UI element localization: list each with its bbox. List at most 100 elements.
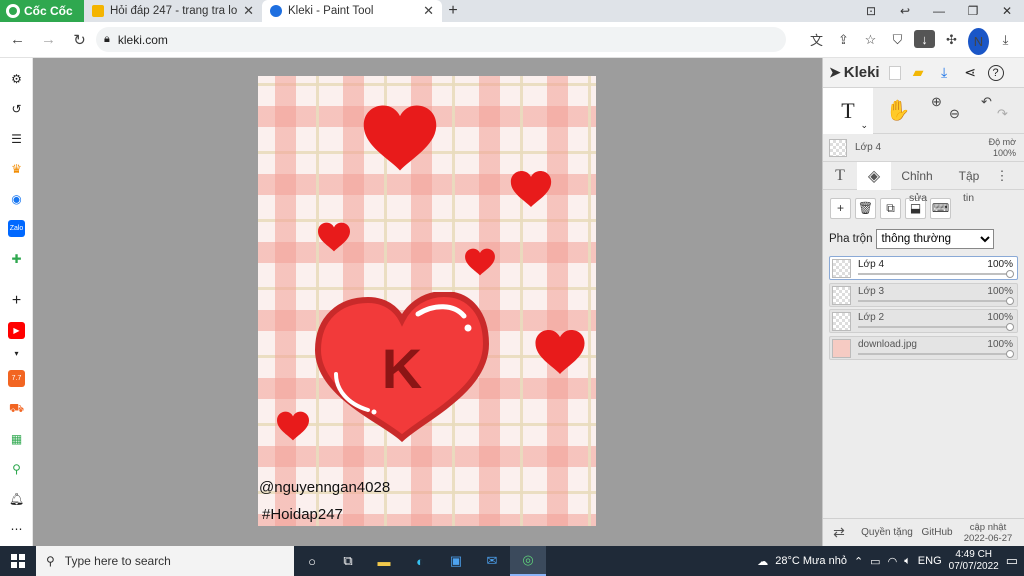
hand-tool-icon[interactable]: ✋ [873,98,923,123]
more-vertical-icon[interactable]: ⋮ [995,168,1009,184]
close-tab-icon[interactable]: ✕ [423,3,434,19]
sheet-icon[interactable]: ▦ [8,430,25,447]
slider-knob[interactable] [1006,296,1014,305]
duplicate-layer-icon[interactable]: ⧉ [880,197,901,219]
restore-button[interactable]: ❐ [956,0,990,22]
layer-opacity-slider[interactable] [858,326,1011,328]
weather-cloud-icon[interactable]: ☁ [757,555,768,568]
open-folder-icon[interactable]: ▰ [910,64,927,81]
tab-search-icon[interactable]: ⊡ [854,0,888,22]
close-tab-icon[interactable]: ✕ [243,3,254,19]
game-controller-icon[interactable]: ✚ [8,250,25,267]
messenger-icon[interactable]: ◉ [8,190,25,207]
wifi-icon[interactable]: ◠ [888,555,898,568]
undo-icon[interactable]: ↶ [981,94,992,110]
swap-panel-icon[interactable]: ⇄ [823,524,855,541]
add-layer-button[interactable]: + [830,197,851,219]
layer-item[interactable]: Lớp 2 100% [829,309,1018,333]
task-view-icon[interactable]: ⧉ [330,546,366,576]
tab-tool-settings[interactable]: T [823,167,857,185]
store-icon[interactable]: ▣ [438,546,474,576]
crown-icon[interactable]: ♛ [8,160,25,177]
map-pin-icon[interactable]: ⚲ [8,460,25,477]
layer-item[interactable]: Lớp 4 100% [829,256,1018,280]
zoom-out-icon[interactable]: ⊖ [949,106,960,122]
redo-icon[interactable]: ↷ [997,106,1008,122]
shield-icon[interactable]: ⛉ [887,26,908,53]
edge-icon[interactable]: ◐ [402,546,438,576]
volume-icon[interactable]: 🔈︎ [904,555,911,568]
kleki-workspace[interactable]: K @nguyenngan4028 #Hoidap247 [33,58,822,546]
bookmark-star-icon[interactable]: ☆ [860,26,881,53]
privacy-link[interactable]: Quyền tặng [855,527,919,538]
blend-mode-select[interactable]: thông thường [876,229,995,249]
layer-item[interactable]: Lớp 3 100% [829,282,1018,307]
zalo-icon[interactable]: Zalo [8,220,25,237]
rename-layer-icon[interactable]: ⌨ [930,197,951,219]
github-link[interactable]: GitHub [919,527,955,538]
slider-knob[interactable] [1006,349,1014,358]
layer-opacity-slider[interactable] [858,273,1011,275]
more-icon[interactable]: ⋯ [8,520,25,537]
new-file-icon[interactable] [888,65,901,80]
delete-layer-icon[interactable]: 🗑︎ [855,197,876,219]
profile-avatar[interactable]: N [968,26,989,55]
share-icon[interactable]: ⇪ [833,26,854,53]
drawing-canvas[interactable]: K @nguyenngan4028 #Hoidap247 [258,76,596,526]
layer-item[interactable]: download.jpg 100% [829,335,1018,360]
settings-gear-icon[interactable]: ⚙ [8,70,25,87]
help-icon[interactable]: ? [987,64,1004,81]
url-input[interactable]: 🔒︎ kleki.com [96,27,786,52]
reload-button[interactable]: ↻ [66,26,93,53]
layer-opacity-slider[interactable] [858,352,1011,355]
mail-icon[interactable]: ✉ [474,546,510,576]
chevron-down-icon[interactable]: ▾ [8,345,25,362]
minimize-button[interactable]: — [922,0,956,22]
battery-icon[interactable]: ▭ [870,555,880,568]
text-tool-button[interactable]: T ⌄ [823,87,873,134]
tab-file[interactable]: Tập [943,169,995,183]
chevron-down-icon[interactable]: ⌄ [860,120,868,131]
chevron-up-icon[interactable]: ⌃ [854,555,863,568]
extensions-icon[interactable]: ✣ [941,26,962,53]
current-layer-thumbnail [829,138,847,157]
taskbar-search-input[interactable]: ⚲ Type here to search [36,546,294,576]
new-tab-button[interactable]: + [442,0,464,22]
tab-adjust[interactable]: Chỉnh [891,169,943,183]
share-icon[interactable]: ⋖ [962,64,979,81]
history-icon[interactable]: ↺ [8,100,25,117]
file-explorer-icon[interactable]: ▬ [366,546,402,576]
kleki-logo[interactable]: ➤ Kleki [829,64,880,81]
download-box-icon[interactable]: ↓ [914,30,935,48]
start-button[interactable] [0,554,36,568]
tab-kleki[interactable]: Kleki - Paint Tool ✕ [262,0,442,22]
shopping-cart-icon[interactable]: ⛟ [8,400,25,417]
download-icon[interactable]: ⤓ [936,64,953,81]
downloads-icon[interactable]: ⤓ [995,26,1016,53]
cortana-icon[interactable]: ○ [294,546,330,576]
tab-layers[interactable]: ◈ [857,161,891,190]
coccoc-taskbar-icon[interactable]: ◎ [510,546,546,576]
translate-icon[interactable]: 文 [806,26,827,53]
layer-opacity-slider[interactable] [858,299,1011,302]
add-icon[interactable]: + [8,292,25,309]
back-to-tab-icon[interactable]: ↩ [888,0,922,22]
notification-bell-icon[interactable]: 🔔︎ [8,490,25,507]
clock[interactable]: 4:49 CH 07/07/2022 [949,549,999,573]
language-indicator[interactable]: ENG [918,555,942,567]
slider-knob[interactable] [1006,323,1014,331]
close-window-button[interactable]: ✕ [990,0,1024,22]
youtube-icon[interactable]: ▶ [8,322,25,339]
browser-brand[interactable]: Cốc Cốc [0,0,84,22]
forward-button[interactable]: → [35,26,62,53]
update-info[interactable]: cập nhật 2022-06-27 [955,522,1021,544]
shopee-77-icon[interactable]: 7.7 [8,370,25,387]
zoom-in-icon[interactable]: ⊕ [931,94,942,110]
slider-knob[interactable] [1006,270,1014,278]
weather-text[interactable]: 28°C Mưa nhỏ [775,555,847,567]
notification-center-icon[interactable]: ▭ [1006,553,1018,569]
notes-list-icon[interactable]: ☰ [8,130,25,147]
back-button[interactable]: ← [4,26,31,53]
tab-hoidap[interactable]: Hỏi đáp 247 - trang tra loi ✕ [84,0,262,22]
layer-opacity: 100% [987,338,1013,350]
